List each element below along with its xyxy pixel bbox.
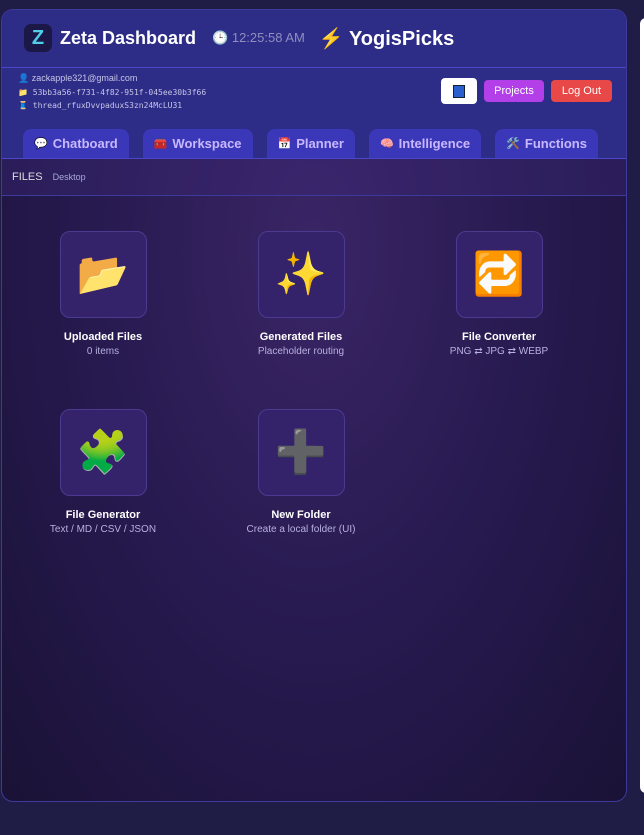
calendar-icon: 📅 — [277, 138, 292, 150]
lightning-icon: ⚡ — [318, 27, 344, 50]
clock-icon: 🕒 — [212, 30, 229, 45]
brain-icon: 🧠 — [379, 138, 394, 150]
project-id: 📁 53bb3a56-f731-4f82-951f-045ee30b3f66 — [18, 87, 207, 97]
breadcrumb-location[interactable]: Desktop — [53, 172, 86, 182]
user-email: 👤 zackapple321@gmail.com — [18, 73, 138, 83]
brand: ⚡ YogisPicks — [319, 26, 454, 51]
clock: 🕒 12:25:58 AM — [212, 30, 305, 46]
sparkles-icon: ✨ — [257, 231, 345, 318]
toolbox-icon: 🧰 — [153, 138, 168, 150]
tab-workspace[interactable]: 🧰 Workspace — [142, 129, 253, 158]
plus-icon: ➕ — [257, 409, 345, 496]
tile-file-converter[interactable]: 🔁 File Converter PNG ⇄ JPG ⇄ WEBP — [399, 231, 599, 357]
time-display: 12:25:58 AM — [231, 30, 305, 45]
tile-uploaded-files[interactable]: 📂 Uploaded Files 0 items — [3, 231, 203, 357]
tools-icon: 🛠️ — [506, 138, 520, 150]
projects-button[interactable]: Projects — [484, 80, 544, 102]
tab-functions[interactable]: 🛠️ Functions — [495, 129, 598, 158]
puzzle-icon: 🧩 — [59, 409, 147, 496]
tab-intelligence[interactable]: 🧠 Intelligence — [368, 129, 482, 158]
device-icon — [453, 84, 466, 98]
tab-chatboard[interactable]: 💬 Chatboard — [23, 129, 129, 158]
tile-file-generator[interactable]: 🧩 File Generator Text / MD / CSV / JSON — [3, 409, 203, 535]
thread-id: 🧵 thread_rfuxDvvpaduxS3zn24McLU31 — [18, 101, 183, 110]
device-button[interactable] — [441, 78, 478, 104]
header: Z Zeta Dashboard 🕒 12:25:58 AM ⚡ YogisPi… — [2, 10, 626, 159]
folder-icon: 📂 — [59, 231, 147, 318]
thread-icon: 🧵 — [18, 101, 28, 110]
logout-button[interactable]: Log Out — [550, 80, 612, 102]
app-logo: Z — [24, 24, 52, 52]
breadcrumb: FILES Desktop — [2, 159, 626, 196]
repeat-icon: 🔁 — [455, 231, 543, 318]
chat-icon: 💬 — [34, 138, 48, 150]
folder-icon: 📁 — [18, 87, 28, 97]
side-panel-edge — [640, 18, 644, 793]
user-icon: 👤 — [18, 73, 30, 83]
tile-generated-files[interactable]: ✨ Generated Files Placeholder routing — [201, 231, 401, 357]
tile-new-folder[interactable]: ➕ New Folder Create a local folder (UI) — [201, 409, 401, 535]
tab-planner[interactable]: 📅 Planner — [266, 129, 355, 158]
brand-name: YogisPicks — [348, 27, 455, 50]
app-title: Zeta Dashboard — [60, 27, 197, 48]
dashboard-panel: Z Zeta Dashboard 🕒 12:25:58 AM ⚡ YogisPi… — [1, 9, 627, 802]
